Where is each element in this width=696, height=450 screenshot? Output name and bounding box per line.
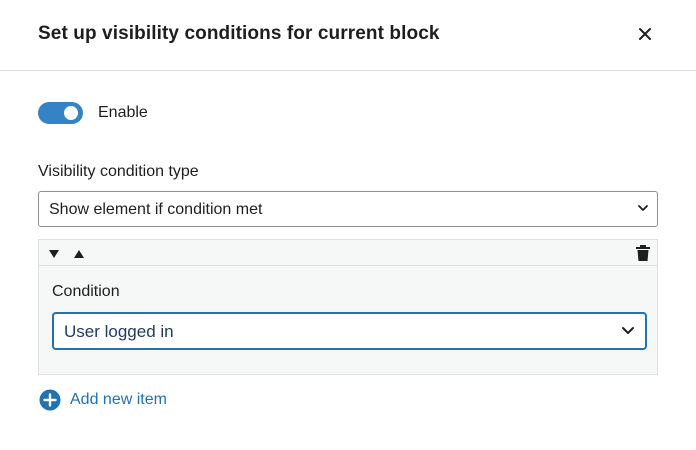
visibility-type-label: Visibility condition type (38, 163, 199, 180)
toggle-knob (64, 106, 78, 120)
repeater-item-header (39, 240, 657, 266)
plus-circle-icon (39, 389, 61, 411)
move-down-icon[interactable] (48, 249, 60, 259)
condition-value: User logged in (64, 322, 174, 341)
condition-label: Condition (52, 283, 120, 300)
add-new-item-button[interactable]: Add new item (39, 389, 167, 411)
condition-repeater-item: Condition User logged in (38, 239, 658, 375)
condition-select[interactable]: User logged in (52, 312, 647, 350)
enable-toggle[interactable] (38, 102, 83, 124)
enable-label: Enable (98, 104, 148, 121)
visibility-type-select[interactable]: Show element if condition met (38, 191, 658, 227)
close-button[interactable] (630, 20, 660, 48)
modal-body: Enable Visibility condition type Show el… (0, 72, 696, 450)
close-icon (639, 28, 651, 40)
visibility-type-value: Show element if condition met (49, 201, 263, 218)
chevron-down-icon (622, 327, 634, 334)
modal-title: Set up visibility conditions for current… (38, 23, 440, 44)
enable-row: Enable (38, 102, 148, 124)
modal-header: Set up visibility conditions for current… (0, 0, 696, 71)
trash-icon[interactable] (635, 244, 651, 262)
chevron-down-icon (638, 205, 648, 211)
move-up-icon[interactable] (73, 249, 85, 259)
add-new-item-label: Add new item (70, 391, 167, 408)
